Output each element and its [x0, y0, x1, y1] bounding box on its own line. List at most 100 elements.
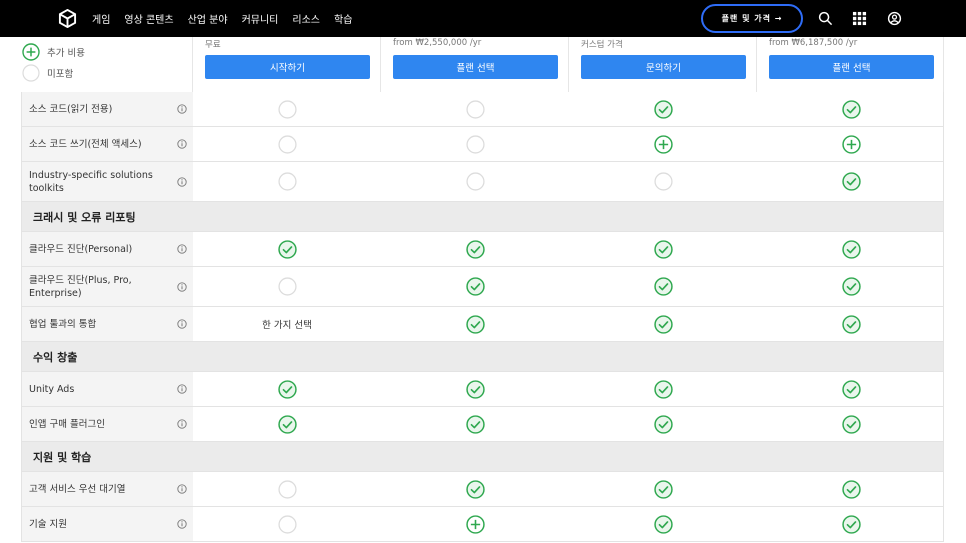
empty-circle-icon — [22, 64, 40, 82]
nav-link-video[interactable]: 영상 콘텐츠 — [124, 11, 173, 26]
plan-cell — [757, 472, 945, 506]
plan-cell — [381, 267, 569, 306]
plan-column-personal: 무료 시작하기 — [192, 37, 380, 92]
nav-links: 게임 영상 콘텐츠 산업 분야 커뮤니티 리소스 학습 — [92, 0, 366, 37]
empty-circle-icon — [277, 479, 297, 499]
info-icon[interactable] — [177, 104, 187, 114]
plan-cell — [381, 307, 569, 341]
search-icon[interactable] — [818, 11, 833, 26]
info-icon[interactable] — [177, 419, 187, 429]
feature-label: 협업 툴과의 통합 — [22, 307, 193, 341]
info-icon[interactable] — [177, 384, 187, 394]
empty-circle-icon — [277, 277, 297, 296]
feature-label-text: 고객 서비스 우선 대기열 — [29, 483, 126, 495]
empty-circle-icon — [465, 134, 485, 154]
nav-link-games[interactable]: 게임 — [92, 11, 110, 26]
nav-link-community[interactable]: 커뮤니티 — [242, 11, 279, 26]
plan-cell — [757, 267, 945, 306]
feature-label-text: 소스 코드(읽기 전용) — [29, 103, 113, 115]
plan-cell — [569, 232, 757, 266]
table-row: 인앱 구매 플러그인 — [21, 407, 944, 442]
check-circle-icon — [653, 99, 673, 119]
table-row: Unity Ads — [21, 372, 944, 407]
unity-logo-icon[interactable] — [58, 9, 77, 28]
check-circle-icon — [465, 239, 485, 259]
check-circle-icon — [653, 379, 673, 399]
feature-label-text: 협업 툴과의 통합 — [29, 318, 97, 330]
plan-cell — [757, 162, 945, 201]
plan-cell — [193, 372, 381, 406]
plan-price: 커스텀 가격 — [581, 40, 623, 50]
account-icon[interactable] — [887, 11, 902, 26]
feature-label: 클라우드 진단(Plus, Pro, Enterprise) — [22, 267, 193, 306]
empty-circle-icon — [277, 134, 297, 154]
nav-link-resources[interactable]: 리소스 — [292, 11, 320, 26]
plus-circle-icon — [653, 134, 673, 154]
info-icon[interactable] — [177, 139, 187, 149]
empty-circle-icon — [277, 514, 297, 534]
plan-cell — [193, 162, 381, 201]
plan-price: from ₩6,187,500 /yr — [769, 38, 858, 48]
plan-cell — [193, 472, 381, 506]
plans-pricing-button[interactable]: 플랜 및 가격 → — [701, 4, 803, 33]
feature-label: 기술 지원 — [22, 507, 193, 541]
info-icon[interactable] — [177, 319, 187, 329]
plus-circle-icon — [841, 134, 861, 154]
feature-label: 인앱 구매 플러그인 — [22, 407, 193, 441]
table-row: 고객 서비스 우선 대기열 — [21, 472, 944, 507]
nav-link-learn[interactable]: 학습 — [334, 11, 352, 26]
info-icon[interactable] — [177, 281, 187, 292]
plan-cell — [569, 92, 757, 126]
plan-price: 무료 — [205, 40, 221, 50]
feature-label: Industry-specific solutions toolkits — [22, 162, 193, 201]
plan-cell — [569, 372, 757, 406]
empty-circle-icon — [465, 99, 485, 119]
plan-cell — [381, 162, 569, 201]
table-row: 클라우드 진단(Plus, Pro, Enterprise) — [21, 267, 944, 307]
nav-link-industry[interactable]: 산업 분야 — [188, 11, 228, 26]
top-nav: 게임 영상 콘텐츠 산업 분야 커뮤니티 리소스 학습 플랜 및 가격 → — [0, 0, 966, 37]
plan-cell — [569, 162, 757, 201]
check-circle-icon — [277, 239, 297, 259]
check-circle-icon — [277, 379, 297, 399]
info-icon[interactable] — [177, 244, 187, 254]
check-circle-icon — [465, 314, 485, 334]
legend: 추가 비용 미포함 — [0, 37, 192, 92]
cell-text: 한 가지 선택 — [262, 320, 312, 331]
plan-column-pro: from ₩2,550,000 /yr 플랜 선택 — [380, 37, 568, 92]
info-icon[interactable] — [177, 519, 187, 529]
feature-label-text: 인앱 구매 플러그인 — [29, 418, 105, 430]
table-row: 소스 코드 쓰기(전체 액세스) — [21, 127, 944, 162]
plan-cta-button[interactable]: 플랜 선택 — [393, 55, 558, 79]
info-icon[interactable] — [177, 176, 187, 187]
feature-label-text: Industry-specific solutions toolkits — [29, 169, 153, 194]
plan-cell — [381, 92, 569, 126]
check-circle-icon — [653, 314, 673, 334]
feature-label-text: Unity Ads — [29, 383, 75, 395]
plan-price: from ₩2,550,000 /yr — [393, 38, 482, 48]
check-circle-icon — [653, 514, 673, 534]
check-circle-icon — [841, 379, 861, 399]
check-circle-icon — [841, 314, 861, 334]
table-row: 소스 코드(읽기 전용) — [21, 92, 944, 127]
plan-cell — [569, 307, 757, 341]
plan-cell — [193, 507, 381, 541]
feature-label: Unity Ads — [22, 372, 193, 406]
grid-menu-icon[interactable] — [852, 11, 867, 26]
plan-cta-button[interactable]: 시작하기 — [205, 55, 370, 79]
check-circle-icon — [653, 414, 673, 434]
plan-cell — [569, 267, 757, 306]
check-circle-icon — [841, 277, 861, 296]
check-circle-icon — [465, 277, 485, 296]
plan-cell — [757, 372, 945, 406]
plan-cell — [381, 472, 569, 506]
empty-circle-icon — [465, 172, 485, 191]
plan-cta-button[interactable]: 문의하기 — [581, 55, 746, 79]
check-circle-icon — [841, 99, 861, 119]
plan-cta-button[interactable]: 플랜 선택 — [769, 55, 934, 79]
check-circle-icon — [841, 479, 861, 499]
section-header: 지원 및 학습 — [21, 442, 944, 472]
info-icon[interactable] — [177, 484, 187, 494]
check-circle-icon — [465, 379, 485, 399]
plus-circle-icon — [22, 43, 40, 61]
